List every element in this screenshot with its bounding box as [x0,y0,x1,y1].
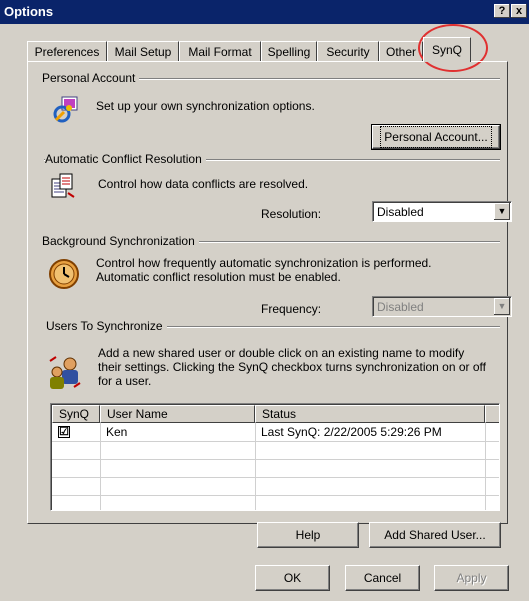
clock-icon [49,259,79,289]
personal-account-button-label: Personal Account... [380,126,492,148]
synq-checkbox[interactable]: ☑ [58,426,70,438]
conflict-description: Control how data conflicts are resolved. [98,177,309,191]
resolution-value: Disabled [377,205,424,219]
tab-preferences[interactable]: Preferences [27,41,107,61]
tab-mail-setup[interactable]: Mail Setup [107,41,179,61]
personal-account-button[interactable]: Personal Account... [371,124,501,150]
personal-account-icon [53,96,78,123]
tab-security[interactable]: Security [317,41,379,61]
add-shared-user-button[interactable]: Add Shared User... [369,522,501,548]
conflict-resolution-icon [51,173,75,198]
column-header-synq[interactable]: SynQ [52,405,100,423]
table-row[interactable]: ☑ Ken Last SynQ: 2/22/2005 5:29:26 PM [52,423,499,442]
table-row [52,441,499,460]
chevron-down-icon[interactable]: ▼ [494,298,510,315]
tab-synq[interactable]: SynQ [423,37,471,62]
users-section-title: Users To Synchronize [46,319,167,333]
tab-mail-format[interactable]: Mail Format [179,41,261,61]
user-name-cell: Ken [106,425,128,439]
window-title: Options [4,4,54,19]
users-description-line3: for a user. [98,374,152,388]
column-divider [485,423,486,510]
chevron-down-icon[interactable]: ▼ [494,203,510,220]
background-section-title: Background Synchronization [42,234,199,248]
status-cell: Last SynQ: 2/22/2005 5:29:26 PM [261,425,442,439]
personal-section-title: Personal Account [42,71,140,85]
users-description-line1: Add a new shared user or double click on… [98,346,465,360]
tab-spelling[interactable]: Spelling [261,41,317,61]
resolution-dropdown[interactable]: Disabled ▼ [372,201,512,222]
tab-other[interactable]: Other [379,41,423,61]
table-row [52,459,499,478]
conflict-section-title: Automatic Conflict Resolution [45,152,206,166]
users-description-line2: their settings. Clicking the SynQ checkb… [98,360,486,374]
users-list: SynQ User Name Status ☑ Ken Last SynQ: 2… [50,403,500,511]
options-dialog: Options ? x Preferences Mail Setup Mail … [0,0,529,601]
column-divider [100,423,101,510]
apply-button[interactable]: Apply [434,565,509,591]
column-divider [255,423,256,510]
frequency-dropdown[interactable]: Disabled ▼ [372,296,512,317]
frequency-label: Frequency: [261,302,322,316]
table-row [52,477,499,496]
frequency-value: Disabled [377,300,424,314]
cancel-button[interactable]: Cancel [345,565,420,591]
background-description-line2: Automatic conflict resolution must be en… [96,270,341,284]
column-header-filler [485,405,499,423]
column-header-status[interactable]: Status [255,405,485,423]
column-header-user-name[interactable]: User Name [100,405,255,423]
title-bar: Options ? x [0,0,529,24]
help-title-button[interactable]: ? [494,4,510,18]
close-title-button[interactable]: x [511,4,527,18]
help-button[interactable]: Help [257,522,359,548]
resolution-label: Resolution: [261,207,322,221]
ok-button[interactable]: OK [255,565,330,591]
personal-description: Set up your own synchronization options. [96,99,315,113]
background-description-line1: Control how frequently automatic synchro… [96,256,432,270]
table-row [52,495,499,510]
shared-users-icon [49,356,81,389]
